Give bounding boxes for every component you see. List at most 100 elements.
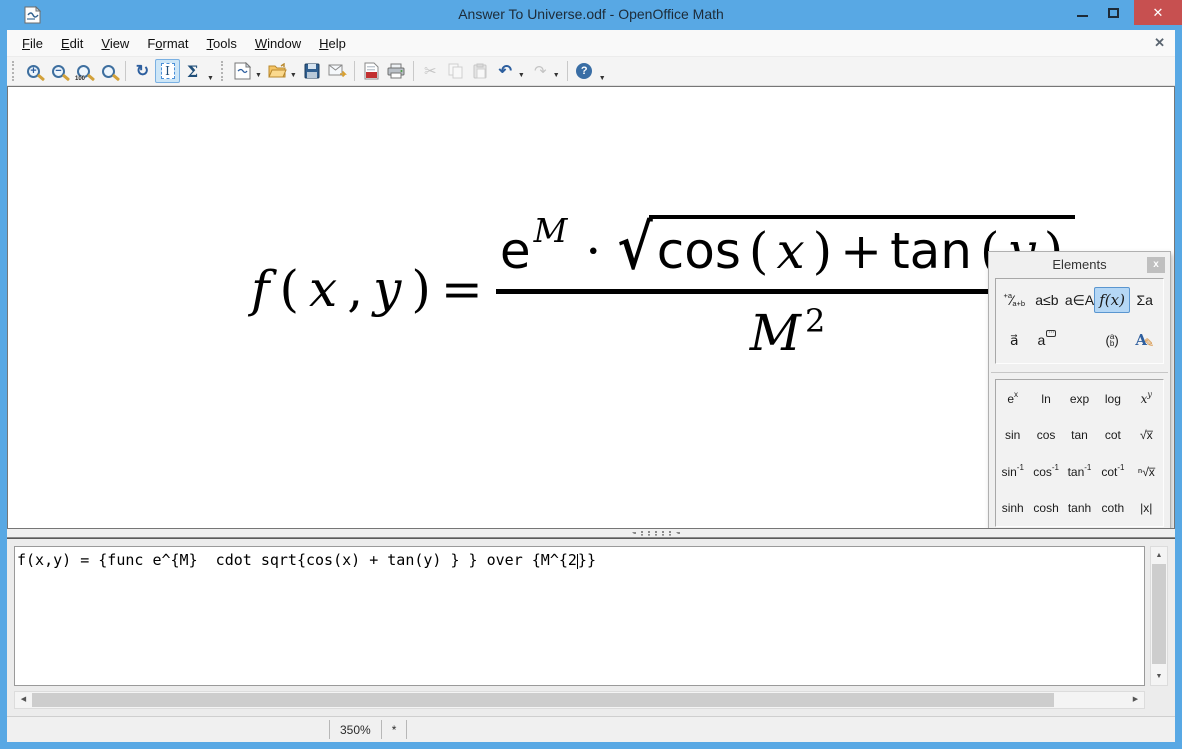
category-brackets[interactable]: ( ab ): [1098, 327, 1126, 353]
function-x-power-y[interactable]: xy: [1141, 391, 1152, 406]
menu-file[interactable]: File: [13, 32, 52, 55]
email-icon: [328, 64, 347, 78]
commands-vertical-scrollbar[interactable]: ▲ ▼: [1150, 546, 1168, 686]
function-exp[interactable]: exp: [1070, 391, 1089, 406]
menu-edit[interactable]: Edit: [52, 32, 92, 55]
close-button[interactable]: ✕: [1134, 0, 1182, 25]
menu-tools[interactable]: Tools: [198, 32, 246, 55]
scroll-up-icon[interactable]: ▲: [1151, 548, 1167, 563]
zoom-100-button[interactable]: 100: [71, 59, 96, 83]
minimize-button[interactable]: [1068, 0, 1096, 25]
redo-dropdown-icon[interactable]: ▼: [553, 72, 560, 79]
open-button[interactable]: [265, 59, 290, 83]
function-abs[interactable]: |x|: [1140, 500, 1152, 515]
toolbar-overflow-icon[interactable]: ▼: [599, 75, 606, 82]
toolbar-grip[interactable]: [221, 61, 225, 81]
save-button[interactable]: [300, 59, 325, 83]
eq-denominator-M: M: [750, 304, 801, 362]
scroll-left-icon[interactable]: ◀: [16, 692, 31, 708]
zoom-in-button[interactable]: +: [21, 59, 46, 83]
function-arccot[interactable]: cot-1: [1101, 464, 1124, 479]
elements-panel: Elements x +a⁄a+b a≤b a∈A f(x) Σa a⃗ a⋯: [988, 251, 1171, 529]
menubar: File Edit View Format Tools Window Help …: [7, 30, 1175, 56]
refresh-button[interactable]: ↻: [130, 59, 155, 83]
print-button[interactable]: [384, 59, 409, 83]
close-document-icon[interactable]: ✕: [1154, 35, 1165, 51]
undo-button[interactable]: ↶: [493, 59, 518, 83]
undo-icon: ↶: [499, 61, 512, 81]
function-e-power-x[interactable]: ex: [1007, 391, 1018, 406]
function-arctan[interactable]: tan-1: [1068, 464, 1092, 479]
category-others[interactable]: a⋯: [1033, 327, 1061, 353]
cut-button[interactable]: ✂: [418, 59, 443, 83]
category-relations[interactable]: a≤b: [1033, 287, 1061, 313]
email-button[interactable]: [325, 59, 350, 83]
new-document-button[interactable]: [230, 59, 255, 83]
commands-horizontal-scrollbar[interactable]: ◀ ▶: [14, 691, 1145, 709]
undo-dropdown-icon[interactable]: ▼: [518, 72, 525, 79]
function-ln[interactable]: ln: [1041, 391, 1050, 406]
elements-panel-close-button[interactable]: x: [1147, 257, 1165, 273]
panel-separator: [991, 372, 1168, 373]
maximize-button[interactable]: [1099, 0, 1127, 25]
symbols-catalog-button[interactable]: Σ: [180, 59, 205, 83]
category-functions[interactable]: f(x): [1094, 287, 1130, 313]
zoom-out-button[interactable]: −: [46, 59, 71, 83]
category-formats[interactable]: A✎: [1131, 327, 1159, 353]
new-dropdown-icon[interactable]: ▼: [255, 72, 262, 79]
function-log[interactable]: log: [1105, 391, 1121, 406]
save-icon: [304, 63, 320, 79]
copy-button[interactable]: [443, 59, 468, 83]
function-cosh[interactable]: cosh: [1033, 500, 1058, 515]
formula-cursor-button[interactable]: I: [155, 59, 180, 83]
toolbar-overflow-icon[interactable]: ▼: [207, 75, 214, 82]
scroll-down-icon[interactable]: ▼: [1151, 669, 1167, 684]
category-spacer: [1065, 327, 1093, 353]
formula-display: f ( x , y ) = e M · √ cos: [246, 215, 1079, 362]
eq-lparen: (: [280, 260, 300, 318]
function-arcsin[interactable]: sin-1: [1001, 464, 1023, 479]
zoom-all-button[interactable]: [96, 59, 121, 83]
refresh-icon: ↻: [136, 61, 149, 81]
toolbar-grip[interactable]: [12, 61, 16, 81]
formula-cursor-icon: I: [161, 63, 175, 79]
function-cos[interactable]: cos: [1037, 427, 1056, 442]
formula-view[interactable]: f ( x , y ) = e M · √ cos: [7, 86, 1175, 529]
titlebar[interactable]: Answer To Universe.odf - OpenOffice Math…: [0, 0, 1182, 30]
open-dropdown-icon[interactable]: ▼: [290, 72, 297, 79]
commands-text-after-caret: }}: [578, 551, 596, 569]
function-cot[interactable]: cot: [1105, 427, 1121, 442]
functions-grid: ex ln exp log xy sin cos tan cot √x̅ sin…: [995, 379, 1164, 527]
menu-help[interactable]: Help: [310, 32, 355, 55]
category-set-operations[interactable]: a∈A: [1065, 287, 1094, 313]
menu-format[interactable]: Format: [138, 32, 197, 55]
function-nth-root[interactable]: ⁿ√x̅: [1138, 464, 1155, 479]
view-commands-splitter[interactable]: [7, 529, 1175, 538]
vertical-scroll-thumb[interactable]: [1152, 564, 1166, 664]
function-tanh[interactable]: tanh: [1068, 500, 1091, 515]
toolbar-separator: [354, 61, 355, 81]
function-tan[interactable]: tan: [1071, 427, 1088, 442]
elements-category-grid: +a⁄a+b a≤b a∈A f(x) Σa a⃗ a⋯ (: [995, 278, 1164, 364]
category-operators[interactable]: Σa: [1131, 287, 1159, 313]
export-pdf-button[interactable]: [359, 59, 384, 83]
function-sqrt[interactable]: √x̅: [1140, 427, 1153, 442]
function-arccos[interactable]: cos-1: [1033, 464, 1059, 479]
copy-icon: [448, 63, 463, 79]
function-coth[interactable]: coth: [1102, 500, 1125, 515]
function-sin[interactable]: sin: [1005, 427, 1020, 442]
pencil-icon: ✎: [1144, 336, 1154, 350]
menu-window[interactable]: Window: [246, 32, 310, 55]
menu-view[interactable]: View: [92, 32, 138, 55]
horizontal-scroll-thumb[interactable]: [32, 693, 1054, 707]
scroll-right-icon[interactable]: ▶: [1128, 692, 1143, 708]
function-sinh[interactable]: sinh: [1002, 500, 1024, 515]
redo-button[interactable]: ↷: [528, 59, 553, 83]
paste-button[interactable]: [468, 59, 493, 83]
help-button[interactable]: ?: [572, 59, 597, 83]
category-unary-binary-operators[interactable]: +a⁄a+b: [1000, 287, 1028, 313]
category-attributes[interactable]: a⃗: [1000, 327, 1028, 353]
commands-input[interactable]: f(x,y) = {func e^{M} cdot sqrt{cos(x) + …: [14, 546, 1145, 686]
status-zoom-level[interactable]: 350%: [329, 720, 381, 739]
eq-e: e: [500, 222, 531, 280]
